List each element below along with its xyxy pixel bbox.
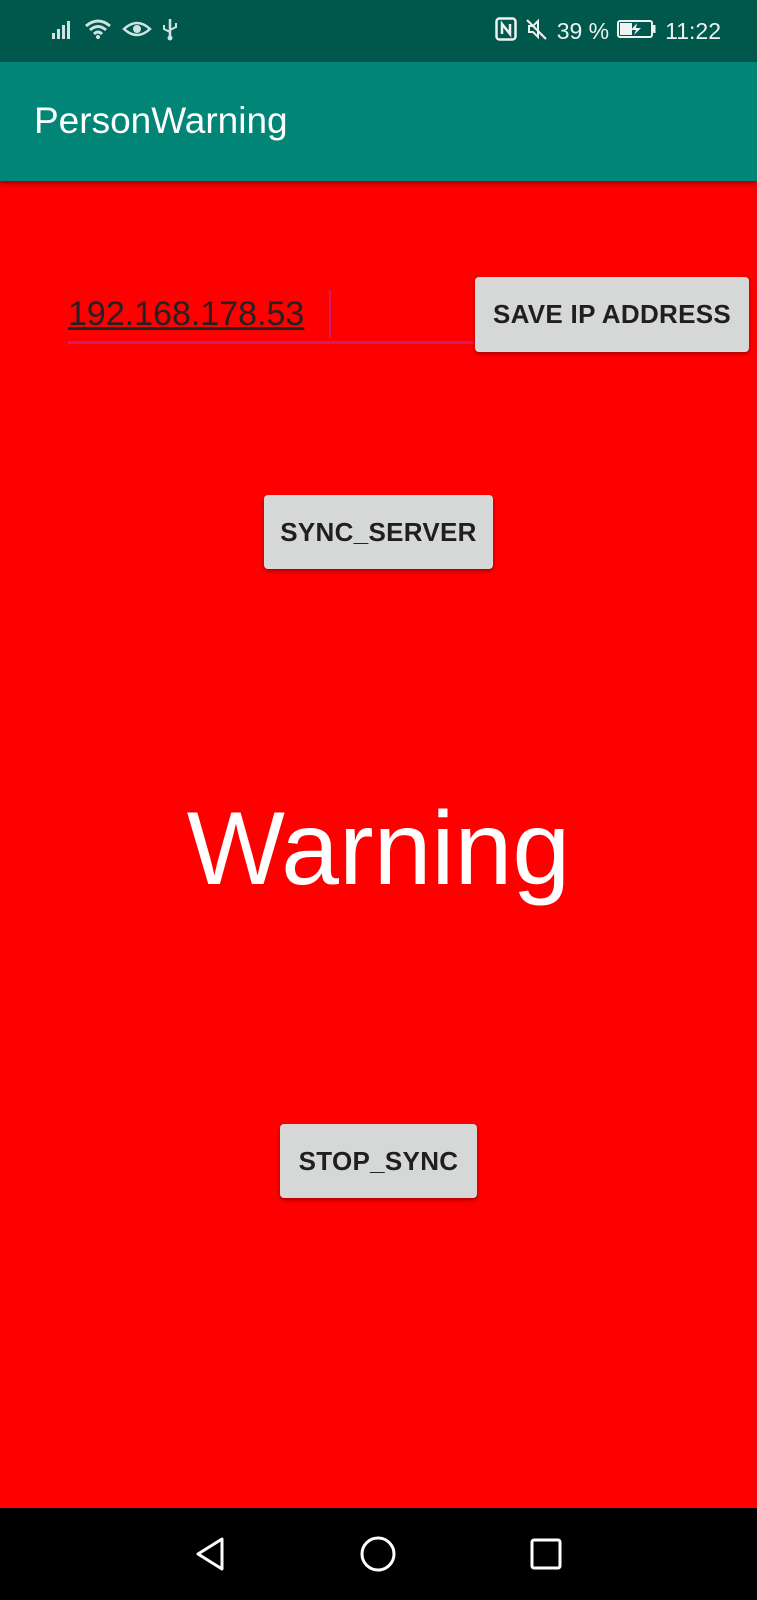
signal-icon xyxy=(52,19,74,44)
back-icon[interactable] xyxy=(187,1530,235,1578)
app-title: PersonWarning xyxy=(34,100,288,141)
battery-charging-icon xyxy=(617,19,657,44)
sync-server-button[interactable]: SYNC_SERVER xyxy=(264,495,493,569)
mute-icon xyxy=(525,17,549,46)
home-icon[interactable] xyxy=(354,1530,402,1578)
warning-label: Warning xyxy=(186,791,571,907)
app-bar: PersonWarning xyxy=(0,62,757,181)
recents-icon[interactable] xyxy=(522,1530,570,1578)
usb-icon xyxy=(162,17,178,46)
battery-percent: 39 % xyxy=(556,17,610,44)
text-cursor xyxy=(329,290,331,338)
status-left-icons xyxy=(52,18,178,44)
clock: 11:22 xyxy=(665,17,721,44)
stop-sync-button[interactable]: STOP_SYNC xyxy=(280,1124,477,1198)
eye-icon xyxy=(122,19,152,44)
nfc-icon xyxy=(494,16,517,46)
save-ip-address-button[interactable]: SAVE IP ADDRESS xyxy=(475,277,749,352)
ip-address-input[interactable] xyxy=(68,288,474,344)
status-right-icons: 39 % 11:22 xyxy=(494,16,721,46)
app-screen: 39 % 11:22 PersonWarning SAVE IP ADDRESS… xyxy=(0,0,757,1600)
status-bar: 39 % 11:22 xyxy=(0,0,757,62)
navigation-bar xyxy=(0,1508,757,1600)
wifi-icon xyxy=(84,18,112,45)
